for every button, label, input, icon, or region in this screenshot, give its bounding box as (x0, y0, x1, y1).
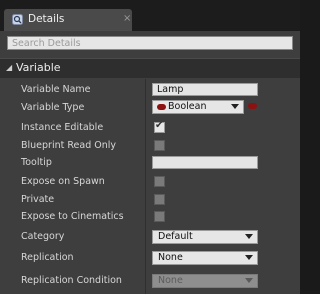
blueprint-read-only-checkbox[interactable] (154, 140, 165, 151)
details-magnifier-icon (12, 14, 23, 25)
replication-dropdown[interactable]: None (152, 251, 258, 265)
expose-to-cinematics-label: Expose to Cinematics (21, 211, 124, 222)
instance-editable-checkbox[interactable]: ✔ (154, 120, 165, 133)
replication-label: Replication (21, 252, 74, 263)
chevron-down-icon (245, 255, 253, 260)
variable-name-label: Variable Name (21, 84, 91, 95)
row-expose-to-cinematics: Expose to Cinematics (0, 209, 300, 224)
variable-type-value: Boolean (168, 101, 207, 112)
category-combobox[interactable]: Default (152, 230, 258, 244)
row-replication: Replication None (0, 250, 300, 266)
replication-condition-value: None (158, 275, 183, 286)
details-tab[interactable]: Details × (4, 9, 132, 31)
tab-strip: Details × (0, 0, 300, 31)
container-type-pin-icon[interactable] (248, 103, 257, 109)
row-expose-on-spawn: Expose on Spawn (0, 174, 300, 189)
section-collapse-arrow-icon[interactable]: ◢ (6, 63, 12, 72)
expose-on-spawn-checkbox[interactable] (154, 176, 165, 187)
variable-section-header[interactable]: ◢ Variable (0, 58, 300, 78)
section-title: Variable (16, 61, 61, 74)
close-tab-icon[interactable]: × (123, 13, 131, 24)
variable-name-input[interactable]: Lamp (152, 83, 258, 96)
chevron-down-icon (231, 104, 239, 109)
row-variable-type: Variable Type Boolean (0, 100, 300, 115)
expose-on-spawn-label: Expose on Spawn (21, 176, 105, 187)
private-label: Private (21, 194, 55, 205)
instance-editable-label: Instance Editable (21, 122, 104, 133)
chevron-down-icon (245, 234, 253, 239)
chevron-down-icon (245, 278, 253, 283)
boolean-pin-icon (157, 104, 166, 110)
row-blueprint-read-only: Blueprint Read Only (0, 138, 300, 153)
category-value: Default (158, 231, 193, 242)
row-replication-condition: Replication Condition None (0, 273, 300, 289)
tooltip-label: Tooltip (21, 157, 52, 168)
row-instance-editable: Instance Editable ✔ (0, 120, 300, 135)
search-details-input[interactable] (7, 36, 293, 50)
blueprint-read-only-label: Blueprint Read Only (21, 140, 117, 151)
variable-type-label: Variable Type (21, 102, 85, 113)
row-variable-name: Variable Name Lamp (0, 82, 300, 97)
details-tab-label: Details (28, 13, 65, 25)
replication-condition-label: Replication Condition (21, 275, 122, 286)
expose-to-cinematics-checkbox[interactable] (154, 211, 165, 222)
category-label: Category (21, 231, 65, 242)
tooltip-input[interactable] (152, 156, 258, 169)
details-panel: ◢ Variable Variable Name Lamp Variable T… (0, 31, 300, 294)
variable-type-dropdown[interactable]: Boolean (152, 100, 244, 114)
replication-value: None (158, 252, 183, 263)
checkmark-icon: ✔ (155, 120, 164, 131)
row-tooltip: Tooltip (0, 155, 300, 170)
private-checkbox[interactable] (154, 194, 165, 205)
row-private: Private (0, 192, 300, 207)
replication-condition-dropdown: None (152, 274, 258, 288)
row-category: Category Default (0, 229, 300, 245)
